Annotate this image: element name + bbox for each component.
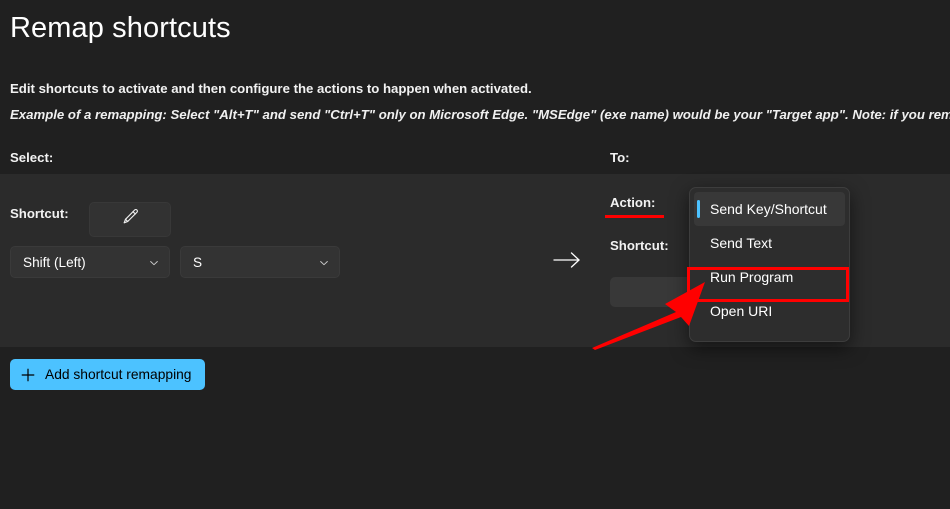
chevron-down-icon [148,256,160,268]
dropdown-option-label: Send Key/Shortcut [710,201,827,217]
dropdown-option-open-uri[interactable]: Open URI [694,294,845,328]
pencil-icon [120,207,140,232]
right-shortcut-label: Shortcut: [610,238,669,253]
plus-icon [20,367,36,383]
page-description-bold: Edit shortcuts to activate and then conf… [10,81,532,96]
action-label: Action: [610,195,656,210]
column-header-to: To: [610,150,630,165]
action-key-value: S [193,254,203,270]
add-shortcut-remapping-label: Add shortcut remapping [45,367,192,382]
page-description-example: Example of a remapping: Select "Alt+T" a… [10,107,950,122]
arrow-right-icon [552,248,582,272]
action-key-dropdown[interactable]: S [180,246,340,278]
dropdown-option-label: Run Program [710,269,794,285]
modifier-key-dropdown[interactable]: Shift (Left) [10,246,170,278]
dropdown-option-run-program[interactable]: Run Program [694,260,845,294]
action-type-dropdown-flyout[interactable]: Send Key/Shortcut Send Text Run Program … [689,187,850,342]
add-shortcut-remapping-button[interactable]: Add shortcut remapping [10,359,206,390]
dropdown-option-label: Send Text [710,235,773,251]
action-label-red-underline [605,215,664,218]
modifier-key-value: Shift (Left) [23,254,86,270]
column-header-select: Select: [10,150,54,165]
column-header-band [0,140,950,174]
chevron-down-icon [318,256,330,268]
dropdown-option-send-text[interactable]: Send Text [694,226,845,260]
edit-shortcut-button[interactable] [89,202,171,237]
left-shortcut-label: Shortcut: [10,206,69,221]
page-title: Remap shortcuts [10,12,231,44]
dropdown-option-send-key-shortcut[interactable]: Send Key/Shortcut [694,192,845,226]
dropdown-option-label: Open URI [710,303,773,319]
